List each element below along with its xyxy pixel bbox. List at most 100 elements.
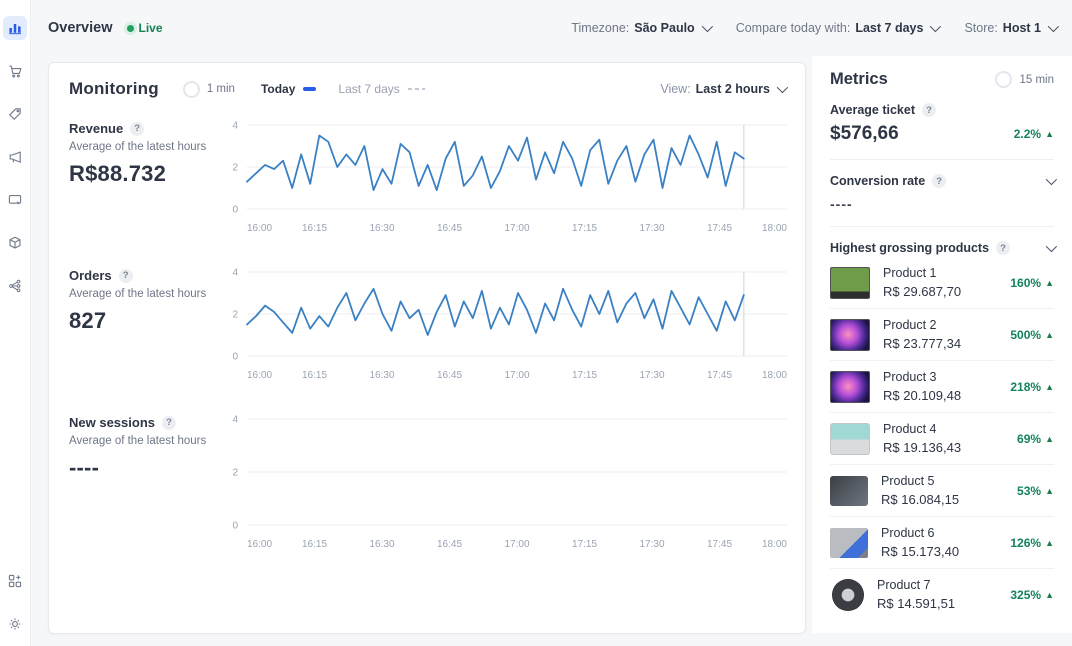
compare-dropdown[interactable]: Compare today with: Last 7 days xyxy=(736,21,939,35)
orders-chart[interactable]: 02416:0016:1516:3016:4517:0017:1517:3017… xyxy=(221,266,793,384)
svg-text:0: 0 xyxy=(232,521,238,532)
product-delta: 69% ▲ xyxy=(1017,432,1054,446)
sidebar-item-promotions[interactable] xyxy=(3,102,27,126)
product-row[interactable]: Product 2 R$ 23.777,34 500% ▲ xyxy=(830,308,1054,360)
legend-compare-label: Last 7 days xyxy=(338,82,399,96)
new-sessions-chart[interactable]: 02416:0016:1516:3016:4517:0017:1517:3017… xyxy=(221,413,793,553)
average-ticket-block: Average ticket ? $576,66 2.2% ▲ xyxy=(830,103,1054,145)
product-row[interactable]: Product 3 R$ 20.109,48 218% ▲ xyxy=(830,360,1054,412)
new-sessions-value: ---- xyxy=(69,455,221,481)
sidebar-item-catalog[interactable] xyxy=(3,231,27,255)
product-delta: 160% ▲ xyxy=(1010,276,1054,290)
product-delta: 325% ▲ xyxy=(1010,588,1054,602)
cart-icon xyxy=(7,63,23,79)
help-icon[interactable]: ? xyxy=(996,241,1010,255)
new-sessions-section: New sessions ? Average of the latest hou… xyxy=(69,413,785,558)
orders-value: 827 xyxy=(69,308,221,334)
product-thumbnail xyxy=(830,528,868,558)
svg-text:4: 4 xyxy=(232,415,238,426)
chevron-down-icon xyxy=(1048,21,1059,32)
product-price: R$ 14.591,51 xyxy=(877,596,1010,611)
product-row[interactable]: Product 6 R$ 15.173,40 126% ▲ xyxy=(830,516,1054,568)
up-arrow-icon: ▲ xyxy=(1045,538,1054,548)
metrics-title: Metrics xyxy=(830,70,888,89)
svg-text:16:45: 16:45 xyxy=(437,539,462,550)
svg-text:17:15: 17:15 xyxy=(572,370,597,381)
box-icon xyxy=(7,235,23,251)
svg-text:17:45: 17:45 xyxy=(707,539,732,550)
product-row[interactable]: Product 7 R$ 14.591,51 325% ▲ xyxy=(830,568,1054,620)
product-row[interactable]: Product 4 R$ 19.136,43 69% ▲ xyxy=(830,412,1054,464)
product-name: Product 6 xyxy=(881,526,1010,540)
sidebar-item-apps[interactable] xyxy=(3,569,27,593)
timezone-dropdown[interactable]: Timezone: São Paulo xyxy=(571,21,709,35)
svg-text:18:00: 18:00 xyxy=(762,223,787,234)
orders-title: Orders xyxy=(69,268,112,283)
product-thumbnail xyxy=(830,319,870,351)
svg-text:17:30: 17:30 xyxy=(639,539,664,550)
network-icon xyxy=(7,278,23,294)
chevron-down-icon[interactable] xyxy=(1046,241,1057,252)
metrics-panel: Metrics 15 min Average ticket ? $576,66 … xyxy=(812,56,1072,633)
megaphone-icon xyxy=(7,149,23,165)
svg-text:18:00: 18:00 xyxy=(762,370,787,381)
average-ticket-value: $576,66 xyxy=(830,123,899,145)
compare-line-swatch xyxy=(408,88,425,91)
metrics-refresh-label: 15 min xyxy=(1019,74,1054,86)
product-name: Product 1 xyxy=(883,266,1010,280)
chevron-down-icon[interactable] xyxy=(1046,174,1057,185)
legend-today-label: Today xyxy=(261,82,295,96)
product-price: R$ 15.173,40 xyxy=(881,544,1010,559)
up-arrow-icon: ▲ xyxy=(1045,330,1054,340)
sidebar-item-orders[interactable] xyxy=(3,59,27,83)
sidebar-item-integrations[interactable] xyxy=(3,274,27,298)
up-arrow-icon: ▲ xyxy=(1045,129,1054,139)
timezone-label: Timezone: xyxy=(571,21,629,35)
sidebar-item-marketing[interactable] xyxy=(3,145,27,169)
svg-text:17:00: 17:00 xyxy=(504,223,529,234)
apps-plus-icon xyxy=(7,573,23,589)
product-row[interactable]: Product 1 R$ 29.687,70 160% ▲ xyxy=(830,257,1054,308)
svg-text:16:00: 16:00 xyxy=(247,370,272,381)
svg-text:2: 2 xyxy=(232,310,238,321)
help-icon[interactable]: ? xyxy=(922,103,936,117)
compare-label: Compare today with: xyxy=(736,21,851,35)
svg-text:16:15: 16:15 xyxy=(302,223,327,234)
product-list: Product 1 R$ 29.687,70 160% ▲ Product 2 … xyxy=(830,257,1054,620)
svg-text:16:15: 16:15 xyxy=(302,539,327,550)
refresh-interval-radio[interactable]: 1 min xyxy=(183,81,235,98)
chart-legend: Today Last 7 days xyxy=(261,82,425,96)
help-icon[interactable]: ? xyxy=(130,122,144,136)
product-price: R$ 29.687,70 xyxy=(883,284,1010,299)
product-delta-value: 218% xyxy=(1010,380,1041,394)
product-price: R$ 16.084,15 xyxy=(881,492,1017,507)
product-thumbnail xyxy=(830,371,870,403)
product-row[interactable]: Product 5 R$ 16.084,15 53% ▲ xyxy=(830,464,1054,516)
help-icon[interactable]: ? xyxy=(119,269,133,283)
orders-section: Orders ? Average of the latest hours 827… xyxy=(69,266,785,389)
svg-text:16:30: 16:30 xyxy=(369,539,394,550)
store-dropdown[interactable]: Store: Host 1 xyxy=(964,21,1056,35)
new-sessions-chart-area: 02416:0016:1516:3016:4517:0017:1517:3017… xyxy=(221,413,785,558)
live-dot-icon xyxy=(127,25,134,32)
svg-text:0: 0 xyxy=(232,205,238,216)
svg-text:17:00: 17:00 xyxy=(504,370,529,381)
monitoring-header: Monitoring 1 min Today Last 7 days View:… xyxy=(69,79,785,99)
help-icon[interactable]: ? xyxy=(932,174,946,188)
up-arrow-icon: ▲ xyxy=(1045,278,1054,288)
metrics-header: Metrics 15 min xyxy=(830,70,1054,89)
up-arrow-icon: ▲ xyxy=(1045,486,1054,496)
sidebar-item-storefront[interactable] xyxy=(3,188,27,212)
product-info: Product 6 R$ 15.173,40 xyxy=(881,526,1010,559)
help-icon[interactable]: ? xyxy=(162,416,176,430)
svg-text:17:45: 17:45 xyxy=(707,223,732,234)
sidebar-item-analytics[interactable] xyxy=(3,16,27,40)
product-delta-value: 500% xyxy=(1010,328,1041,342)
average-ticket-label: Average ticket xyxy=(830,103,915,117)
view-range-dropdown[interactable]: View: Last 2 hours xyxy=(660,82,785,96)
radio-icon xyxy=(183,81,200,98)
revenue-chart[interactable]: 02416:0016:1516:3016:4517:0017:1517:3017… xyxy=(221,119,793,237)
metrics-refresh-radio[interactable]: 15 min xyxy=(995,71,1054,88)
sidebar-item-settings[interactable] xyxy=(3,612,27,636)
average-ticket-delta: 2.2% ▲ xyxy=(1014,127,1054,141)
